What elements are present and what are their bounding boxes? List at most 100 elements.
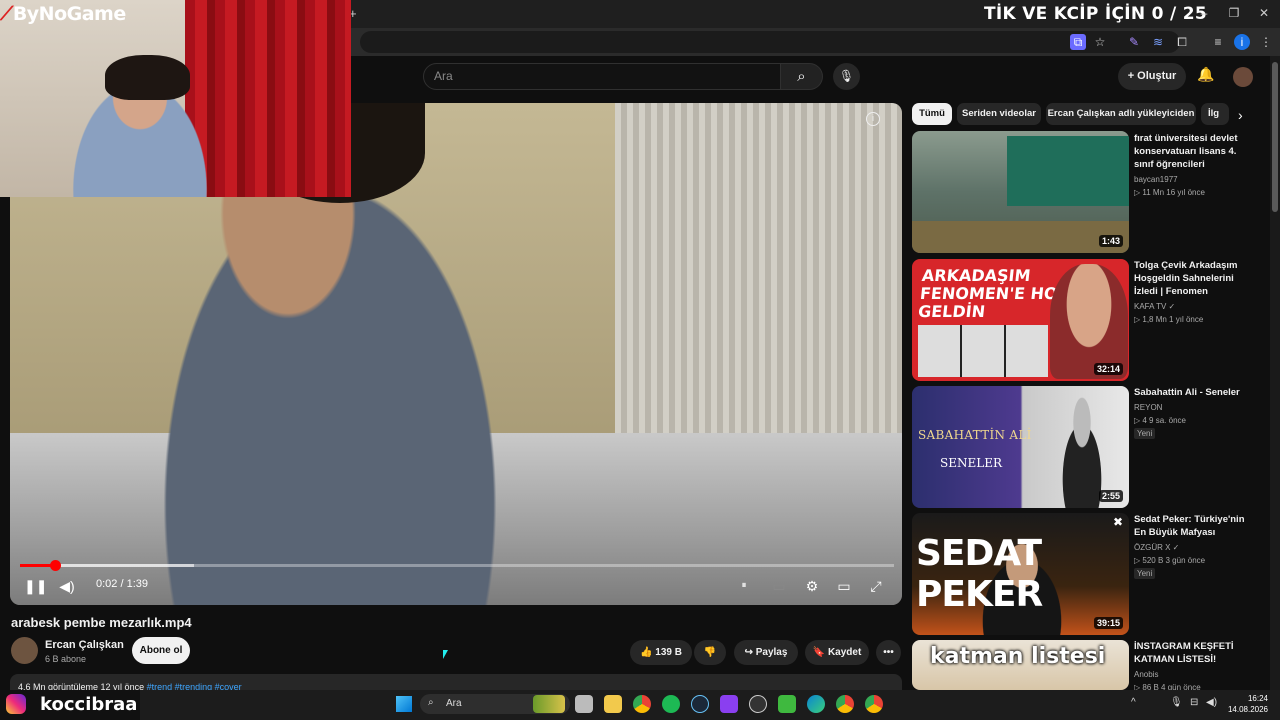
settings-gear-icon[interactable]: ⚙ <box>803 577 821 595</box>
extension-pen-icon[interactable]: ✎ <box>1126 34 1142 50</box>
share-icon: ↪ <box>744 647 756 658</box>
recommendation-title[interactable]: Tolga Çevik Arkadaşım Hoşgeldin Sahneler… <box>1134 259 1254 298</box>
recommendation-meta: ▷ 520 B 3 gün önce <box>1134 556 1206 565</box>
volume-icon[interactable]: ◀) <box>58 577 76 595</box>
recommendation-channel[interactable]: Anobis <box>1134 668 1158 681</box>
chrome-profile-icon[interactable] <box>836 695 854 713</box>
taskbar-clock[interactable]: 16:24 14.08.2026 <box>1218 693 1268 715</box>
edge-icon[interactable] <box>807 695 825 713</box>
recommendation-thumbnail[interactable]: 1:43 <box>912 131 1129 253</box>
share-button[interactable]: ↪ Paylaş <box>734 640 798 665</box>
obs-icon[interactable] <box>749 695 767 713</box>
profile-icon[interactable]: i <box>1234 34 1250 50</box>
instagram-handle: koccibraa <box>40 694 138 715</box>
network-icon[interactable]: ⊟ <box>1190 697 1198 708</box>
recommendation-channel[interactable]: ÖZGÜR X ✓ <box>1134 541 1179 554</box>
speaker-icon[interactable]: ◀) <box>1206 697 1217 708</box>
stream-goal-counter: TİK VE KCİP İÇİN 0 / 25 <box>984 4 1207 24</box>
microphone-icon[interactable]: 🎙 <box>833 63 860 90</box>
recommendation-title[interactable]: Sedat Peker: Türkiye'nin En Büyük Mafyas… <box>1134 513 1254 539</box>
steam-icon[interactable] <box>691 695 709 713</box>
microphone-tray-icon[interactable]: 🎙 <box>1170 697 1183 708</box>
windows-start-icon[interactable] <box>396 696 412 712</box>
search-input[interactable]: Ara <box>423 63 781 90</box>
theater-mode-icon[interactable]: ▭ <box>835 577 853 595</box>
thumbnail-text: SABAHATTİN ALİ <box>918 428 1032 442</box>
duration-badge: 39:15 <box>1093 617 1123 629</box>
create-label: Oluştur <box>1137 70 1177 82</box>
recommendation-meta: ▷ 1,8 Mn 1 yıl önce <box>1134 315 1204 324</box>
create-button[interactable]: + Oluştur <box>1118 63 1186 90</box>
subtitles-icon[interactable]: ▭ <box>770 577 788 595</box>
recommendation-thumbnail[interactable]: SEDAT PEKER 39:15 <box>912 513 1129 635</box>
tray-overflow-icon[interactable]: ^ <box>1131 697 1136 708</box>
reading-list-icon[interactable]: ≡ <box>1210 34 1226 50</box>
thumbnail-text: SEDAT PEKER <box>916 533 1043 615</box>
task-view-icon[interactable] <box>575 695 593 713</box>
clock-date: 14.08.2026 <box>1227 705 1268 714</box>
time-display: 0:02 / 1:39 <box>96 578 148 590</box>
save-button[interactable]: 🔖 Kaydet <box>805 640 869 665</box>
bookmark-icon: 🔖 <box>812 647 828 658</box>
like-button[interactable]: 👍 139 B <box>630 640 692 665</box>
extensions-puzzle-icon[interactable]: ⧠ <box>1174 34 1190 50</box>
recommendation-title[interactable]: İNSTAGRAM KEŞFETİ KATMAN LİSTESİ! <box>1134 640 1254 666</box>
bynogame-logo-text: ByNoGame <box>12 3 126 25</box>
recommendation-title[interactable]: Sabahattin Ali - Seneler <box>1134 386 1254 399</box>
clock-time: 16:24 <box>1247 694 1268 703</box>
video-frame-curtain <box>615 103 902 433</box>
cast-icon[interactable]: ⧉ <box>1070 34 1086 50</box>
bookmark-star-icon[interactable]: ☆ <box>1092 34 1108 50</box>
pause-icon[interactable]: ❚❚ <box>24 577 47 595</box>
recommendation-channel[interactable]: baycan1977 <box>1134 173 1178 186</box>
account-avatar[interactable] <box>1233 67 1253 87</box>
chrome-icon[interactable] <box>633 695 651 713</box>
twitch-icon[interactable] <box>720 695 738 713</box>
thumbnail-photos <box>918 325 1048 377</box>
extension-wave-icon[interactable]: ≋ <box>1150 34 1166 50</box>
chip-series[interactable]: Seriden videolar <box>957 103 1041 125</box>
plus-icon: + <box>1127 70 1138 82</box>
channel-name[interactable]: Ercan Çalışkan <box>45 639 124 651</box>
play-icon[interactable] <box>778 695 796 713</box>
chip-related[interactable]: İlg <box>1201 103 1229 125</box>
notifications-bell-icon[interactable]: 🔔 <box>1196 66 1216 86</box>
scrollbar-thumb[interactable] <box>1272 62 1278 212</box>
duration-badge: 1:43 <box>1098 235 1123 247</box>
chip-all[interactable]: Tümü <box>912 103 952 125</box>
recommendation-channel[interactable]: REYON <box>1134 401 1162 414</box>
file-explorer-icon[interactable] <box>604 695 622 713</box>
channel-logo-icon: ✖ <box>1113 515 1124 529</box>
duration-badge: 2:55 <box>1098 490 1123 502</box>
dislike-button[interactable]: 👎 <box>694 640 726 665</box>
widget-icon[interactable] <box>533 695 565 713</box>
channel-avatar[interactable] <box>11 637 38 664</box>
fullscreen-icon[interactable]: ⤢ <box>867 577 885 595</box>
chrome-profile-2-icon[interactable] <box>865 695 883 713</box>
spotify-icon[interactable] <box>662 695 680 713</box>
share-label: Paylaş <box>755 647 788 658</box>
autoplay-toggle-icon[interactable]: ⏸ <box>736 577 752 595</box>
progress-scrubber[interactable] <box>50 560 61 571</box>
search-icon[interactable]: ⌕ <box>781 63 823 90</box>
instagram-icon <box>6 694 26 714</box>
more-actions-icon[interactable]: ••• <box>876 640 901 665</box>
thumbnail-text: katman listesi <box>930 644 1106 669</box>
subscribe-button[interactable]: Abone ol <box>132 637 190 664</box>
browser-menu-icon[interactable]: ⋮ <box>1258 34 1274 50</box>
chip-uploader[interactable]: Ercan Çalışkan adlı yükleyiciden <box>1046 103 1196 125</box>
info-icon[interactable]: i <box>866 112 880 126</box>
close-icon[interactable]: ✕ <box>1256 5 1272 21</box>
address-bar[interactable] <box>360 31 1180 53</box>
recommendation-title[interactable]: fırat üniversitesi devlet konservatuarı … <box>1134 132 1254 171</box>
minimize-icon[interactable]: – <box>1196 5 1212 21</box>
recommendation-thumbnail[interactable]: SABAHATTİN ALİ SENELER 2:55 <box>912 386 1129 508</box>
thumbnail-desk <box>912 221 1129 253</box>
bynogame-logo-mark: ⟋ <box>0 3 13 25</box>
recommendation-meta: ▷ 11 Mn 16 yıl önce <box>1134 188 1205 197</box>
chevron-right-icon[interactable]: › <box>1238 107 1243 123</box>
maximize-icon[interactable]: ❐ <box>1226 5 1242 21</box>
recommendation-thumbnail[interactable]: ARKADAŞIM FENOMEN'E HOŞ GELDİN 32:14 <box>912 259 1129 381</box>
recommendation-thumbnail[interactable]: katman listesi <box>912 640 1129 690</box>
recommendation-channel[interactable]: KAFA TV ✓ <box>1134 300 1175 313</box>
